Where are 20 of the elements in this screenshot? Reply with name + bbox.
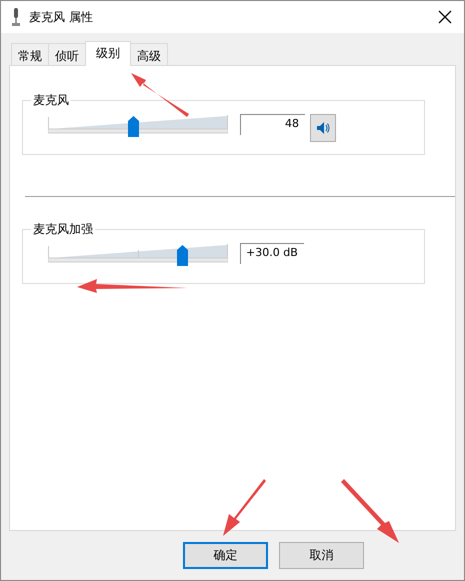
dialog-button[interactable]: 确定 — [183, 542, 268, 569]
window-title: 麦克风 属性 — [29, 8, 94, 26]
speaker-icon — [316, 121, 330, 135]
level-slider[interactable] — [48, 115, 228, 137]
tab[interactable]: 常规 — [11, 43, 49, 65]
value-field[interactable]: +30.0 dB — [240, 243, 304, 264]
annotation-arrow — [223, 479, 266, 536]
slider-thumb[interactable] — [128, 116, 140, 137]
mute-button[interactable] — [310, 114, 336, 142]
annotation-arrow — [341, 479, 399, 543]
close-icon[interactable] — [438, 10, 452, 24]
tab[interactable]: 高级 — [130, 43, 168, 65]
annotation-arrow — [131, 73, 189, 117]
tab[interactable]: 级别 — [85, 41, 131, 66]
value-field[interactable]: 48 — [240, 114, 305, 135]
tab[interactable]: 侦听 — [48, 43, 86, 65]
level-slider[interactable] — [48, 244, 228, 266]
dialog-button[interactable]: 取消 — [279, 542, 364, 569]
microphone-icon — [11, 8, 21, 26]
slider-thumb[interactable] — [177, 245, 188, 266]
